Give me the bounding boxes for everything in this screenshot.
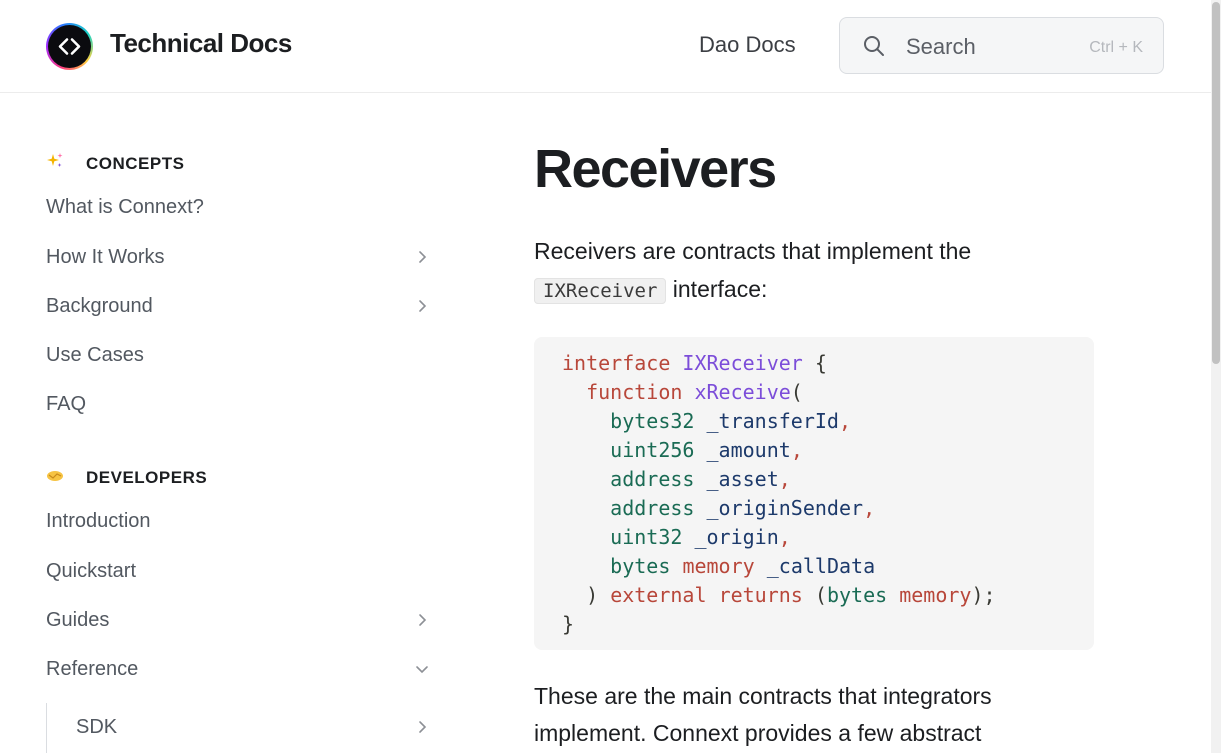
- code-token: ,: [838, 409, 852, 433]
- code-token: memory: [682, 554, 755, 578]
- code-token: ): [586, 583, 599, 607]
- search-button[interactable]: Search Ctrl + K: [839, 17, 1164, 74]
- code-token: bytes: [826, 583, 888, 607]
- code-token: bytes: [610, 554, 671, 578]
- code-token: _callData: [766, 554, 876, 578]
- page-scrollbar[interactable]: [1211, 0, 1221, 753]
- sparkles-icon: [46, 152, 68, 175]
- sidebar-item-label: FAQ: [46, 392, 87, 415]
- sidebar-item-label: How It Works: [46, 245, 165, 268]
- sidebar-item-label: What is Connext?: [46, 195, 204, 218]
- scrollbar-thumb[interactable]: [1212, 2, 1220, 364]
- intro-text: Receivers are contracts that implement t…: [534, 238, 972, 264]
- nav-link-dao-docs[interactable]: Dao Docs: [699, 32, 796, 58]
- code-token: {: [814, 351, 827, 375]
- sidebar-item-guides[interactable]: Guides: [46, 602, 431, 638]
- sidebar-item-quickstart[interactable]: Quickstart: [46, 553, 431, 589]
- code-token: bytes32: [610, 409, 695, 433]
- code-token: }: [562, 612, 575, 636]
- sidebar-category-concepts[interactable]: CONCEPTS: [46, 152, 184, 175]
- chevron-right-icon[interactable]: [413, 248, 431, 266]
- code-token: interface: [562, 351, 671, 375]
- sidebar-item-sdk[interactable]: SDK: [76, 709, 431, 745]
- code-token: ,: [790, 438, 803, 462]
- body-paragraph: These are the main contracts that integr…: [534, 683, 992, 746]
- connext-logo[interactable]: [46, 23, 93, 70]
- sidebar-item-label: Background: [46, 294, 153, 317]
- sidebar-item-label: Quickstart: [46, 559, 137, 582]
- chevron-down-icon[interactable]: [413, 660, 431, 678]
- sidebar-item-label: SDK: [76, 715, 118, 738]
- search-icon: [864, 36, 884, 56]
- code-block[interactable]: interface IXReceiver { function xReceive…: [534, 337, 1094, 650]
- code-token: _asset: [706, 467, 779, 491]
- sidebar-item-label: Use Cases: [46, 343, 144, 366]
- handshake-icon: [46, 466, 68, 489]
- sidebar-item-label: Reference: [46, 657, 139, 680]
- code-token: returns: [718, 583, 803, 607]
- code-token: address: [610, 496, 695, 520]
- chevron-right-icon[interactable]: [413, 611, 431, 629]
- page-title: Receivers: [534, 139, 777, 199]
- code-token: memory: [899, 583, 972, 607]
- sidebar-category-developers[interactable]: DEVELOPERS: [46, 466, 207, 489]
- search-placeholder: Search: [906, 34, 976, 59]
- code-token: (: [790, 380, 803, 404]
- code-content: interface IXReceiver { function xReceive…: [562, 349, 1066, 639]
- code-token: ,: [863, 496, 876, 520]
- intro-text-after: interface:: [672, 276, 768, 302]
- code-token: uint256: [610, 438, 695, 462]
- sidebar-item-background[interactable]: Background: [46, 288, 431, 324]
- connext-logo-icon: [58, 38, 81, 55]
- sidebar-item-introduction[interactable]: Introduction: [46, 503, 431, 539]
- code-token: _originSender: [706, 496, 864, 520]
- code-token: external: [610, 583, 707, 607]
- sidebar-category-label: DEVELOPERS: [86, 467, 208, 487]
- code-token: function: [586, 380, 683, 404]
- sidebar-item-what-is-connext[interactable]: What is Connext?: [46, 189, 431, 225]
- code-token: uint32: [610, 525, 683, 549]
- code-token: address: [610, 467, 695, 491]
- code-token: xReceive: [694, 380, 791, 404]
- code-token: ,: [778, 525, 791, 549]
- sidebar-category-label: CONCEPTS: [86, 153, 185, 173]
- inline-code-ixreceiver: IXReceiver: [534, 278, 667, 304]
- sidebar-item-label: Introduction: [46, 509, 151, 532]
- sidebar-item-use-cases[interactable]: Use Cases: [46, 337, 431, 373]
- code-token: IXReceiver: [682, 351, 803, 375]
- sidebar-item-faq[interactable]: FAQ: [46, 386, 431, 422]
- chevron-right-icon[interactable]: [413, 718, 431, 736]
- intro-paragraph: Receivers are contracts that implement t…: [534, 232, 1094, 310]
- code-token: _transferId: [706, 409, 839, 433]
- sidebar-subtree-line: [46, 703, 47, 753]
- search-shortcut: Ctrl + K: [1089, 39, 1143, 56]
- sidebar-item-how-it-works[interactable]: How It Works: [46, 239, 431, 275]
- sidebar-item-reference[interactable]: Reference: [46, 651, 431, 687]
- sidebar-item-label: Guides: [46, 608, 110, 631]
- code-token: _amount: [706, 438, 791, 462]
- top-navbar: Technical Docs Dao Docs Search Ctrl + K: [0, 0, 1211, 93]
- code-token: );: [971, 583, 996, 607]
- site-title[interactable]: Technical Docs: [110, 28, 292, 59]
- code-token: (: [814, 583, 827, 607]
- code-token: _origin: [694, 525, 779, 549]
- chevron-right-icon[interactable]: [413, 297, 431, 315]
- code-token: ,: [778, 467, 791, 491]
